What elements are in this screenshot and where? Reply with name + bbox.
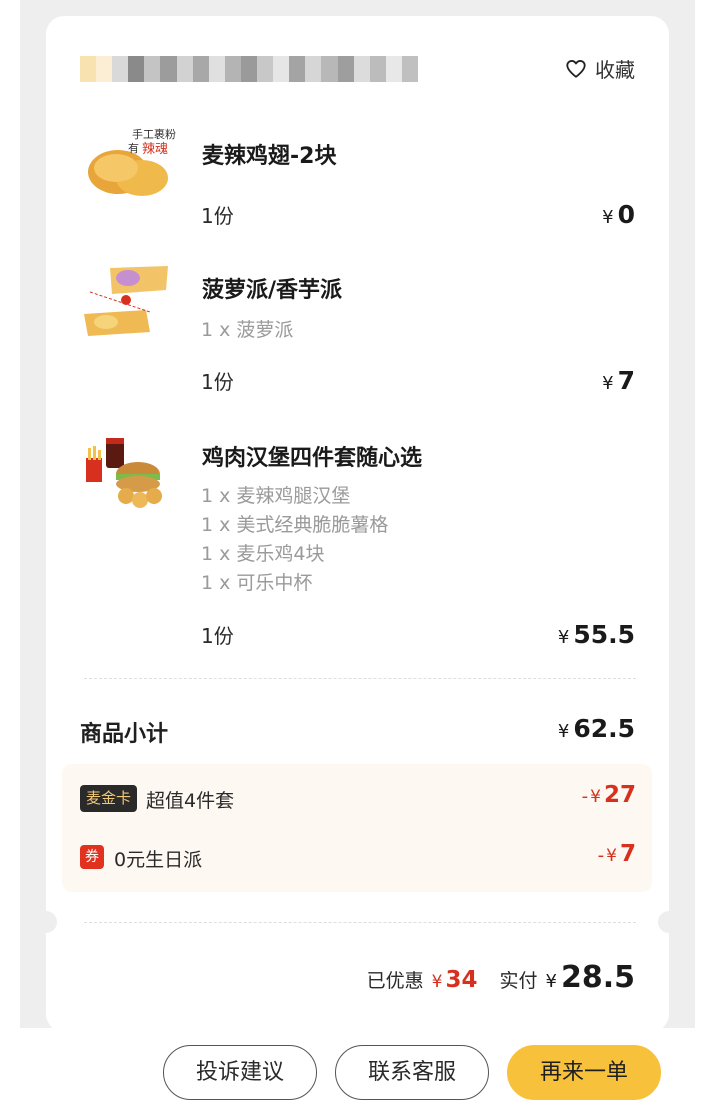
item-options: 1 x 菠萝派 <box>201 316 293 345</box>
reorder-button[interactable]: 再来一单 <box>507 1045 661 1100</box>
item-price: ¥0 <box>602 200 635 229</box>
item-qty: 1份 <box>201 624 234 648</box>
discount-amount: - ¥27 <box>581 782 636 808</box>
discount-label: 超值4件套 <box>146 790 235 812</box>
order-totals: 已优惠 ¥34 实付 ¥28.5 <box>367 960 635 995</box>
store-name-blurred <box>80 56 418 82</box>
discount-panel: 麦金卡 超值4件套 - ¥27 券 0元生日派 - ¥7 <box>62 764 652 892</box>
burger-combo-image <box>86 438 162 508</box>
subtotal-label: 商品小计 <box>80 722 169 747</box>
order-item: 手工裹粉 有 辣魂 麦辣鸡翅-2块 1份 ¥0 <box>80 120 635 230</box>
ticket-notch-left <box>35 911 57 933</box>
chicken-wings-image: 手工裹粉 有 辣魂 <box>88 127 176 196</box>
saved-label: 已优惠 <box>366 970 424 992</box>
option-line: 1 x 可乐中杯 <box>201 572 313 594</box>
ticket-notch-right <box>658 911 680 933</box>
order-item: 鸡肉汉堡四件套随心选 1 x 麦辣鸡腿汉堡 1 x 美式经典脆脆薯格 1 x 麦… <box>80 424 635 649</box>
contact-service-button[interactable]: 联系客服 <box>335 1045 489 1100</box>
item-name: 麦辣鸡翅-2块 <box>202 144 337 169</box>
discount-label: 0元生日派 <box>114 849 203 871</box>
option-line: 1 x 菠萝派 <box>201 319 294 341</box>
order-item: 菠萝派/香芋派 1 x 菠萝派 1份 ¥7 <box>80 256 635 395</box>
paid-amount: ¥28.5 <box>545 960 635 995</box>
item-name: 鸡肉汉堡四件套随心选 <box>202 446 423 471</box>
complaint-button[interactable]: 投诉建议 <box>163 1045 317 1100</box>
option-line: 1 x 麦辣鸡腿汉堡 <box>201 485 351 507</box>
discount-row: 麦金卡 超值4件套 - ¥27 <box>80 782 636 814</box>
order-detail-card: 收藏 手工裹粉 有 辣魂 麦辣鸡翅-2块 1份 ¥0 菠萝派/香芋派 1 x 菠 <box>46 16 669 1032</box>
divider <box>84 678 636 679</box>
item-qty: 1份 <box>201 204 234 228</box>
item-options: 1 x 麦辣鸡腿汉堡 1 x 美式经典脆脆薯格 1 x 麦乐鸡4块 1 x 可乐… <box>201 482 388 598</box>
saved-amount: ¥34 <box>431 967 478 993</box>
option-line: 1 x 美式经典脆脆薯格 <box>201 514 389 536</box>
paid-label: 实付 <box>499 970 538 992</box>
heart-icon <box>566 59 586 78</box>
item-name: 菠萝派/香芋派 <box>202 278 343 303</box>
wings-slogan-line3: 辣魂 <box>142 141 168 157</box>
favorite-label: 收藏 <box>595 58 635 82</box>
wings-slogan-line1: 手工裹粉 <box>132 127 176 141</box>
discount-amount: - ¥7 <box>597 841 636 867</box>
coupon-badge: 券 <box>80 845 104 869</box>
pie-image <box>84 266 168 336</box>
item-price: ¥55.5 <box>557 620 635 649</box>
gold-card-badge: 麦金卡 <box>80 785 138 812</box>
favorite-button[interactable]: 收藏 <box>565 54 635 83</box>
item-price: ¥7 <box>602 366 635 395</box>
item-qty: 1份 <box>201 370 234 394</box>
option-line: 1 x 麦乐鸡4块 <box>201 543 325 565</box>
discount-row: 券 0元生日派 - ¥7 <box>80 841 636 873</box>
wings-slogan-line2: 有 <box>128 141 139 155</box>
divider <box>84 922 636 923</box>
subtotal-price: ¥62.5 <box>557 714 635 743</box>
